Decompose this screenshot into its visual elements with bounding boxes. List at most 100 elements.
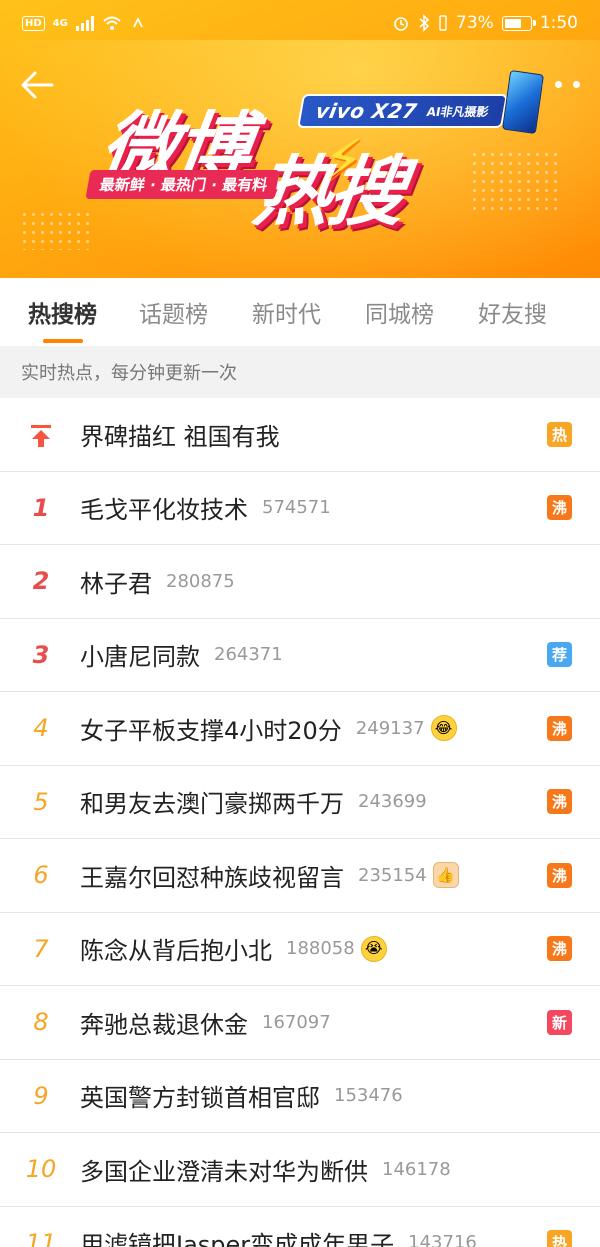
topic-title: 和男友去澳门豪掷两千万 [80, 790, 344, 819]
hd-indicator: HD [22, 15, 45, 31]
signal-icon [75, 15, 94, 31]
search-count: 249137 [355, 717, 425, 739]
list-item[interactable]: 7 陈念从背后抱小北 188058 😭 沸 [0, 912, 600, 986]
topic-title: 毛戈平化妆技术 [80, 496, 248, 525]
alarm-icon [394, 17, 408, 31]
rank-number: 2 [32, 567, 50, 596]
thumbs-up-icon: 👍 [432, 862, 459, 889]
topic-info: 英国警方封锁首相官邸 153476 [80, 1078, 520, 1113]
list-item[interactable]: 3 小唐尼同款 264371 荐 [0, 618, 600, 692]
laugh-cry-icon: 😂 [430, 715, 457, 742]
rank-number: 1 [32, 493, 50, 522]
ad-tagline: AI非凡摄影 [425, 104, 490, 119]
topic-info: 界碑描红 祖国有我 [80, 417, 520, 452]
battery-icon [501, 15, 536, 31]
search-count: 574571 [262, 497, 331, 519]
status-badge-new: 新 [547, 1009, 572, 1035]
topic-info: 女子平板支撑4小时20分 249137 😂 [80, 711, 520, 746]
ad-model-name: vivo X27 [313, 99, 420, 123]
rank-number: 3 [32, 640, 50, 669]
rank-number: 6 [33, 861, 49, 890]
rank-number: 4 [33, 714, 49, 743]
tab-local[interactable]: 同城榜 [365, 295, 434, 329]
status-badge-boil: 沸 [547, 862, 572, 888]
search-count: 153476 [334, 1085, 403, 1107]
banner-dot-decoration-left [20, 210, 90, 250]
topic-title: 界碑描红 祖国有我 [80, 422, 280, 451]
tab-topics[interactable]: 话题榜 [139, 295, 208, 329]
rank-number: 9 [33, 1081, 49, 1110]
topic-title: 多国企业澄清未对华为断供 [80, 1157, 368, 1186]
search-count: 188058 [286, 938, 355, 960]
more-dot-icon [573, 80, 580, 88]
wifi-icon [103, 16, 121, 30]
nfc-icon [133, 16, 143, 28]
status-badge-boil: 沸 [547, 715, 572, 741]
topic-info: 毛戈平化妆技术 574571 [80, 490, 520, 525]
status-badge-boil: 沸 [547, 789, 572, 815]
list-item[interactable]: 4 女子平板支撑4小时20分 249137 😂 沸 [0, 692, 600, 766]
status-badge-hot: 热 [547, 1230, 572, 1247]
topic-title: 王嘉尔回怼种族歧视留言 [80, 863, 344, 892]
topic-info: 奔驰总裁退休金 167097 [80, 1005, 520, 1040]
bluetooth-icon [419, 14, 430, 32]
list-item[interactable]: 2 林子君 280875 [0, 545, 600, 619]
vivo-ad-tag[interactable]: vivo X27 AI非凡摄影 [297, 94, 508, 128]
list-item[interactable]: 9 英国警方封锁首相官邸 153476 [0, 1059, 600, 1133]
rank-number: 8 [33, 1008, 49, 1037]
phone-image [501, 69, 545, 135]
topic-info: 林子君 280875 [80, 564, 520, 599]
topic-info: 陈念从背后抱小北 188058 😭 [80, 931, 520, 966]
status-badge-boil: 沸 [547, 936, 572, 962]
list-item[interactable]: 8 奔驰总裁退休金 167097 新 [0, 986, 600, 1060]
topic-title: 奔驰总裁退休金 [80, 1010, 248, 1039]
back-button[interactable] [18, 66, 58, 106]
hot-search-list: 界碑描红 祖国有我热 1 毛戈平化妆技术 574571 沸 2 林子君 280875 3 小唐尼同… [0, 398, 600, 1247]
battery-percent: 73% [456, 13, 494, 33]
topic-info: 王嘉尔回怼种族歧视留言 235154 👍 [80, 858, 520, 893]
network-type: 4G [52, 17, 68, 29]
topic-title: 用滤镜把Jasper变成成年男子 [80, 1231, 395, 1247]
tab-friends-search[interactable]: 好友搜 [478, 295, 547, 329]
status-badge-boil: 沸 [547, 495, 572, 521]
hot-search-banner: HD 4G 73% 1:50 微博热搜 ⚡ 最新鲜 · 最热门 · 最有料 vi… [0, 0, 600, 278]
realtime-notice: 实时热点，每分钟更新一次 [0, 346, 600, 398]
topic-title: 林子君 [80, 569, 152, 598]
ranking-tabs: 热搜榜 话题榜 新时代 同城榜 好友搜 [0, 278, 600, 346]
crying-icon: 😭 [360, 935, 387, 962]
search-count: 280875 [166, 570, 235, 592]
tab-new-era[interactable]: 新时代 [252, 295, 321, 329]
tab-hot-search[interactable]: 热搜榜 [28, 295, 97, 343]
search-count: 143716 [408, 1232, 477, 1247]
topic-title: 女子平板支撑4小时20分 [80, 716, 342, 745]
pinned-top-icon [31, 425, 51, 447]
list-item[interactable]: 1 毛戈平化妆技术 574571 沸 [0, 471, 600, 545]
status-badge-hot: 热 [547, 421, 572, 447]
search-count: 264371 [214, 644, 283, 666]
topic-info: 和男友去澳门豪掷两千万 243699 [80, 784, 520, 819]
rank-number: 10 [25, 1155, 57, 1184]
topic-title: 小唐尼同款 [80, 643, 200, 672]
list-item[interactable]: 11 用滤镜把Jasper变成成年男子 143716 热 [0, 1206, 600, 1247]
list-item[interactable]: 6 王嘉尔回怼种族歧视留言 235154 👍 沸 [0, 839, 600, 913]
banner-slogan: 最新鲜 · 最热门 · 最有料 [85, 170, 280, 199]
topic-title: 陈念从背后抱小北 [80, 937, 272, 966]
lightning-icon: ⚡ [324, 128, 364, 193]
arrow-left-icon [21, 71, 54, 99]
clock: 1:50 [539, 13, 578, 33]
topic-info: 用滤镜把Jasper变成成年男子 143716 [80, 1225, 520, 1247]
search-count: 243699 [358, 791, 427, 813]
rank-number: 11 [25, 1228, 57, 1247]
vibrate-icon [439, 15, 447, 31]
status-badge-recommend: 荐 [547, 642, 572, 668]
topic-info: 小唐尼同款 264371 [80, 637, 520, 672]
battery-fill [504, 18, 521, 28]
list-item[interactable]: 5 和男友去澳门豪掷两千万 243699 沸 [0, 765, 600, 839]
list-item[interactable]: 界碑描红 祖国有我 热 [0, 398, 600, 472]
weibo-hot-search-logo: 微博热搜 ⚡ 最新鲜 · 最热门 · 最有料 vivo X27 AI非凡摄影 [85, 69, 558, 236]
search-count: 235154 [358, 864, 427, 886]
topic-title: 英国警方封锁首相官邸 [80, 1084, 320, 1113]
list-item[interactable]: 10 多国企业澄清未对华为断供 146178 [0, 1133, 600, 1207]
search-count: 146178 [382, 1158, 451, 1180]
rank-number: 7 [33, 934, 49, 963]
